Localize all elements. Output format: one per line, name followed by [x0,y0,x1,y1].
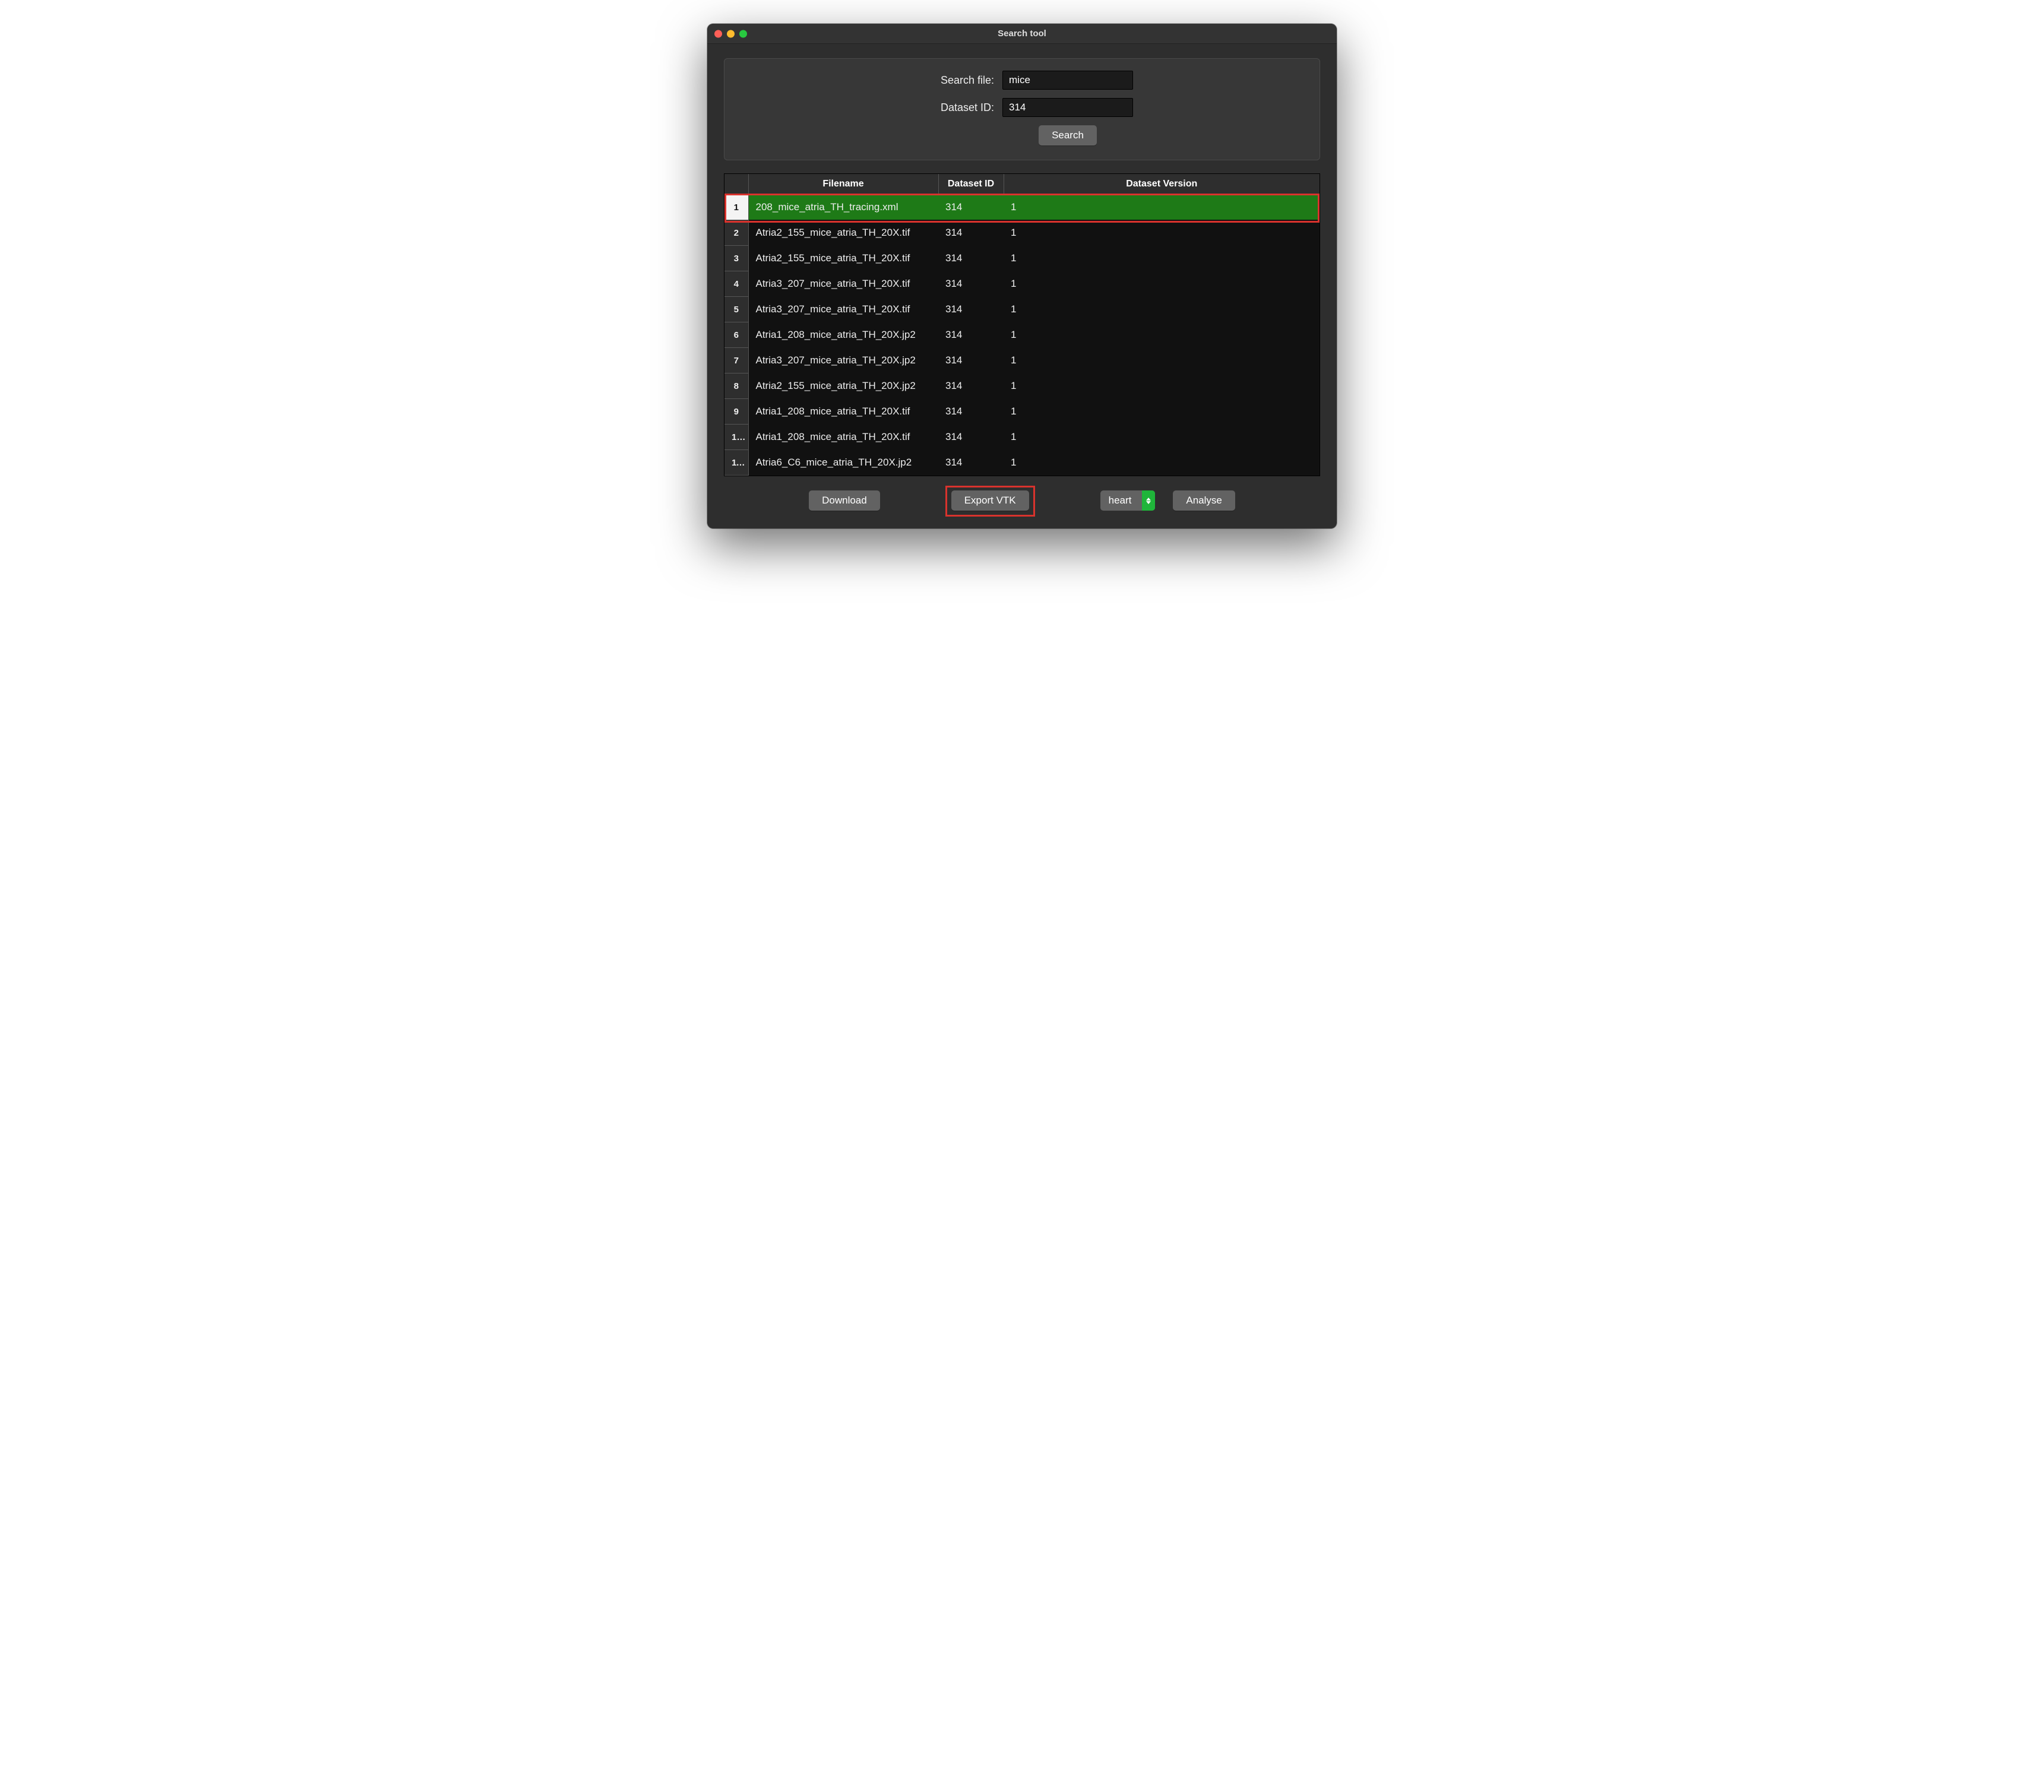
cell-dataset-id[interactable]: 314 [938,399,1004,425]
cell-version[interactable]: 1 [1004,450,1320,476]
cell-dataset-id[interactable]: 314 [938,425,1004,450]
cell-version[interactable]: 1 [1004,195,1320,220]
row-index[interactable]: 8 [724,373,748,399]
scaffold-select-value: heart [1100,495,1143,506]
table-row[interactable]: 2Atria2_155_mice_atria_TH_20X.tif3141 [724,220,1320,246]
cell-filename[interactable]: Atria2_155_mice_atria_TH_20X.jp2 [748,373,938,399]
cell-filename[interactable]: 208_mice_atria_TH_tracing.xml [748,195,938,220]
row-index[interactable]: 2 [724,220,748,246]
col-header-dataset-version[interactable]: Dataset Version [1004,174,1320,195]
table-row[interactable]: 3Atria2_155_mice_atria_TH_20X.tif3141 [724,246,1320,271]
cell-version[interactable]: 1 [1004,373,1320,399]
close-icon[interactable] [714,30,722,37]
table-row[interactable]: 7Atria3_207_mice_atria_TH_20X.jp23141 [724,348,1320,373]
table-row[interactable]: 4Atria3_207_mice_atria_TH_20X.tif3141 [724,271,1320,297]
chevron-up-down-icon [1142,490,1155,511]
cell-filename[interactable]: Atria2_155_mice_atria_TH_20X.tif [748,220,938,246]
col-header-index [724,174,748,195]
analyse-button[interactable]: Analyse [1173,490,1235,511]
cell-dataset-id[interactable]: 314 [938,195,1004,220]
cell-filename[interactable]: Atria3_207_mice_atria_TH_20X.tif [748,271,938,297]
cell-filename[interactable]: Atria1_208_mice_atria_TH_20X.tif [748,425,938,450]
cell-dataset-id[interactable]: 314 [938,220,1004,246]
search-panel: Search file: Dataset ID: Search [724,58,1320,160]
cell-dataset-id[interactable]: 314 [938,246,1004,271]
export-vtk-button[interactable]: Export VTK [951,490,1029,511]
cell-dataset-id[interactable]: 314 [938,297,1004,322]
download-button[interactable]: Download [809,490,880,511]
cell-dataset-id[interactable]: 314 [938,373,1004,399]
table-row[interactable]: 8Atria2_155_mice_atria_TH_20X.jp23141 [724,373,1320,399]
row-index[interactable]: 7 [724,348,748,373]
row-index[interactable]: 1 [724,195,748,220]
cell-version[interactable]: 1 [1004,399,1320,425]
cell-dataset-id[interactable]: 314 [938,450,1004,476]
dataset-id-input[interactable] [1002,98,1133,117]
titlebar: Search tool [707,24,1337,44]
row-index[interactable]: 9 [724,399,748,425]
table-row[interactable]: 1208_mice_atria_TH_tracing.xml3141 [724,195,1320,220]
cell-version[interactable]: 1 [1004,271,1320,297]
cell-version[interactable]: 1 [1004,246,1320,271]
table-row[interactable]: 5Atria3_207_mice_atria_TH_20X.tif3141 [724,297,1320,322]
cell-version[interactable]: 1 [1004,348,1320,373]
cell-version[interactable]: 1 [1004,297,1320,322]
table-row[interactable]: 9Atria1_208_mice_atria_TH_20X.tif3141 [724,399,1320,425]
cell-dataset-id[interactable]: 314 [938,271,1004,297]
minimize-icon[interactable] [727,30,735,37]
app-window: Search tool Search file: Dataset ID: Sea… [707,24,1337,528]
search-file-input[interactable] [1002,71,1133,90]
row-index[interactable]: 3 [724,246,748,271]
search-file-row: Search file: [736,71,1308,90]
search-file-label: Search file: [911,74,994,87]
row-index[interactable]: 5 [724,297,748,322]
cell-filename[interactable]: Atria6_C6_mice_atria_TH_20X.jp2 [748,450,938,476]
search-button[interactable]: Search [1039,125,1097,145]
traffic-lights [714,30,747,37]
results-table: Filename Dataset ID Dataset Version 1208… [724,174,1320,476]
dataset-id-label: Dataset ID: [911,102,994,114]
scaffold-select[interactable]: heart [1100,490,1156,511]
content-area: Search file: Dataset ID: Search Filename [707,44,1337,528]
cell-filename[interactable]: Atria1_208_mice_atria_TH_20X.jp2 [748,322,938,348]
row-index[interactable]: 4 [724,271,748,297]
table-row[interactable]: 6Atria1_208_mice_atria_TH_20X.jp23141 [724,322,1320,348]
col-header-filename[interactable]: Filename [748,174,938,195]
table-row[interactable]: 10Atria1_208_mice_atria_TH_20X.tif3141 [724,425,1320,450]
cell-version[interactable]: 1 [1004,425,1320,450]
cell-version[interactable]: 1 [1004,220,1320,246]
cell-version[interactable]: 1 [1004,322,1320,348]
window-title: Search tool [998,29,1046,39]
zoom-icon[interactable] [739,30,747,37]
cell-filename[interactable]: Atria3_207_mice_atria_TH_20X.jp2 [748,348,938,373]
cell-dataset-id[interactable]: 314 [938,348,1004,373]
table-header-row: Filename Dataset ID Dataset Version [724,174,1320,195]
cell-filename[interactable]: Atria1_208_mice_atria_TH_20X.tif [748,399,938,425]
cell-filename[interactable]: Atria3_207_mice_atria_TH_20X.tif [748,297,938,322]
results-table-wrap: Filename Dataset ID Dataset Version 1208… [724,173,1320,476]
col-header-dataset-id[interactable]: Dataset ID [938,174,1004,195]
cell-filename[interactable]: Atria2_155_mice_atria_TH_20X.tif [748,246,938,271]
cell-dataset-id[interactable]: 314 [938,322,1004,348]
table-row[interactable]: 11Atria6_C6_mice_atria_TH_20X.jp23141 [724,450,1320,476]
dataset-id-row: Dataset ID: [736,98,1308,117]
bottom-bar: Download Export VTK heart Analyse [724,490,1320,511]
row-index[interactable]: 10 [724,425,748,450]
row-index[interactable]: 6 [724,322,748,348]
row-index[interactable]: 11 [724,450,748,476]
